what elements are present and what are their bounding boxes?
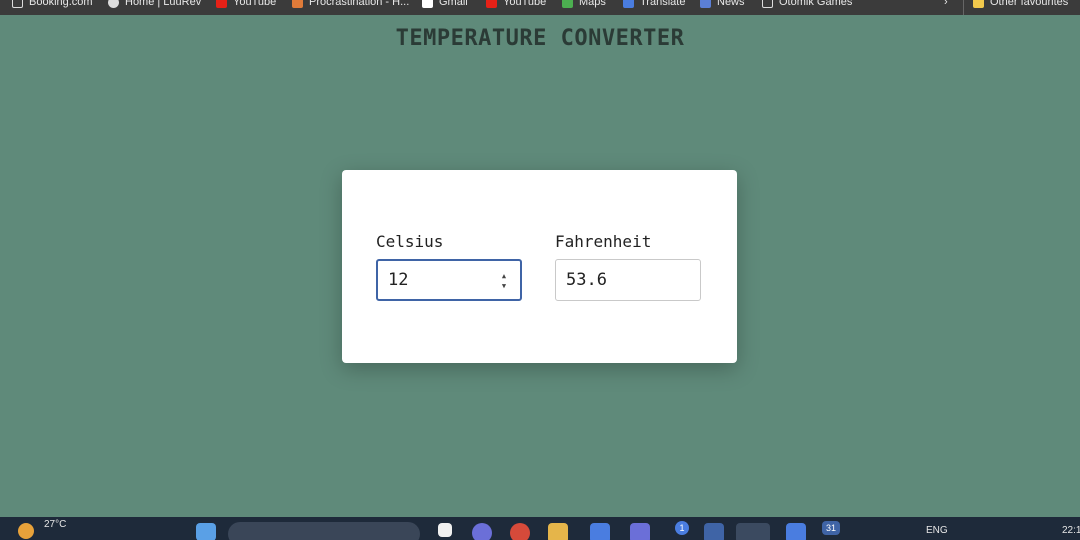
start-icon[interactable] — [196, 523, 216, 540]
celsius-field: Celsius 12 ▲ ▼ — [376, 232, 522, 301]
bookmark-luurev[interactable]: Home | LuuRev — [108, 0, 201, 10]
bookmark-page-icon — [762, 0, 773, 8]
app-badge-icon[interactable]: 1 — [675, 521, 689, 535]
number-spinner[interactable]: ▲ ▼ — [500, 272, 508, 290]
store-icon[interactable] — [590, 523, 610, 540]
language-indicator[interactable]: ENG — [926, 525, 948, 536]
other-favourites[interactable]: Other favourites — [973, 0, 1068, 10]
app-icon-1[interactable] — [472, 523, 492, 540]
celsius-input[interactable]: 12 ▲ ▼ — [376, 259, 522, 301]
bookmark-page-icon — [12, 0, 23, 8]
taskbar: 27°C 1 31 ENG 22:1 — [0, 517, 1080, 540]
translate-icon — [623, 0, 634, 8]
folder-icon[interactable] — [548, 523, 568, 540]
site-icon — [292, 0, 303, 8]
chrome-icon[interactable] — [510, 523, 530, 540]
gmail-icon — [422, 0, 433, 8]
fahrenheit-field: Fahrenheit 53.6 — [555, 232, 701, 301]
bookmark-youtube-1[interactable]: YouTube — [216, 0, 276, 10]
bookmarks-divider — [963, 0, 964, 15]
fahrenheit-input[interactable]: 53.6 — [555, 259, 701, 301]
weather-temp[interactable]: 27°C — [44, 519, 66, 530]
clock[interactable]: 22:1 — [1062, 525, 1080, 536]
fahrenheit-value: 53.6 — [566, 270, 607, 290]
more-bookmarks-chevron-icon[interactable]: › — [944, 0, 948, 10]
converter-card: Celsius 12 ▲ ▼ Fahrenheit 53.6 — [342, 170, 737, 363]
bookmark-maps[interactable]: Maps — [562, 0, 606, 10]
bookmark-translate[interactable]: Translate — [623, 0, 685, 10]
spin-down-icon[interactable]: ▼ — [502, 282, 506, 290]
celsius-value: 12 — [388, 270, 409, 290]
news-icon — [700, 0, 711, 8]
folder-icon — [973, 0, 984, 8]
site-icon — [108, 0, 119, 8]
celsius-label: Celsius — [376, 232, 444, 251]
bookmarks-bar: Booking.com Home | LuuRev YouTube Procra… — [0, 0, 1080, 15]
bookmark-gmail[interactable]: Gmail — [422, 0, 468, 10]
taskbar-search[interactable] — [228, 522, 420, 540]
fahrenheit-label: Fahrenheit — [555, 232, 652, 251]
maps-icon — [562, 0, 573, 8]
weather-icon[interactable] — [18, 523, 34, 539]
bookmark-youtube-2[interactable]: YouTube — [486, 0, 546, 10]
calendar-badge-icon[interactable]: 31 — [822, 521, 840, 535]
app-icon-3[interactable] — [786, 523, 806, 540]
bookmark-booking[interactable]: Booking.com — [12, 0, 93, 10]
bookmark-otomik[interactable]: Otomik Games — [762, 0, 852, 10]
youtube-icon — [216, 0, 227, 8]
file-explorer-icon[interactable] — [438, 523, 452, 537]
edge-icon[interactable] — [736, 523, 770, 540]
bookmark-procrastination[interactable]: Procrastination - H... — [292, 0, 409, 10]
app-icon-2[interactable] — [704, 523, 724, 540]
spin-up-icon[interactable]: ▲ — [502, 272, 506, 280]
page-title: TEMPERATURE CONVERTER — [395, 26, 685, 51]
teams-icon[interactable] — [630, 523, 650, 540]
bookmark-news[interactable]: News — [700, 0, 745, 10]
youtube-icon — [486, 0, 497, 8]
